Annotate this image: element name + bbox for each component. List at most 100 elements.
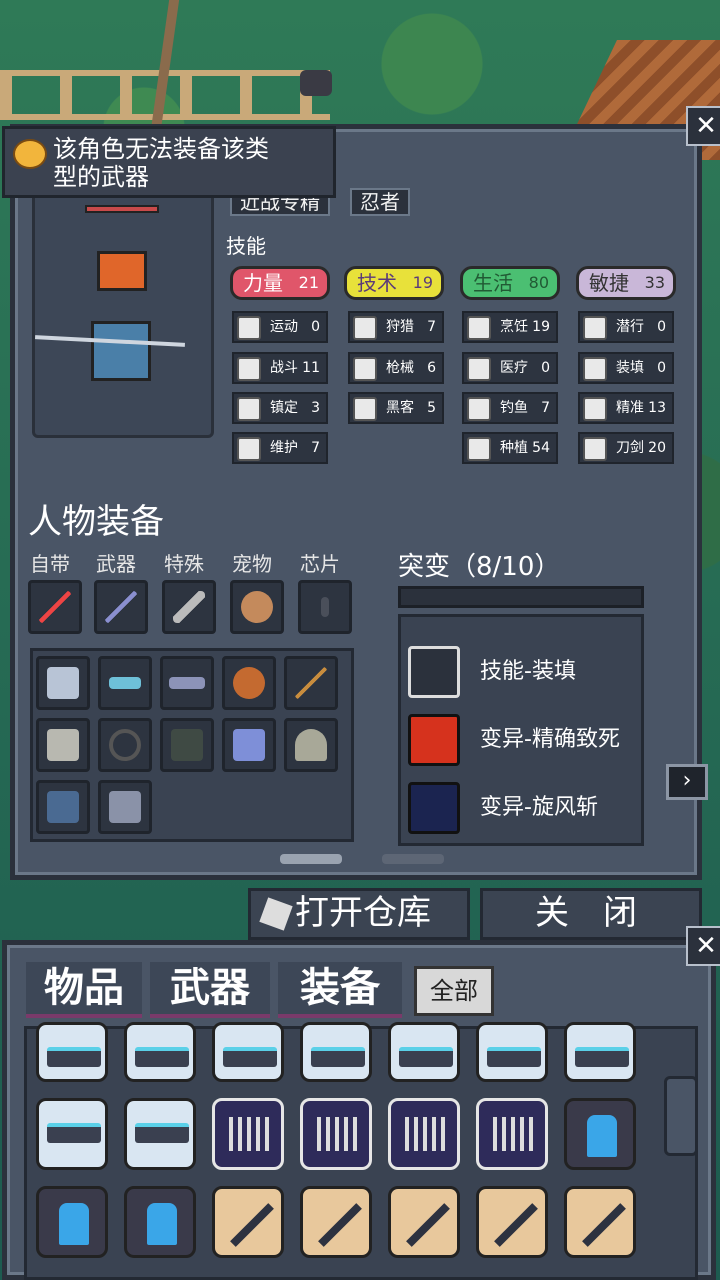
equip-pants[interactable] [36,780,90,834]
inventory-item-circuit[interactable] [476,1098,548,1170]
inventory-item-circuit[interactable] [212,1098,284,1170]
skill-athletics: 运动 0 [232,311,328,343]
filter-all-button[interactable]: 全部 [414,966,494,1016]
box-icon [259,897,293,931]
cap-icon [295,729,327,761]
inventory-item-crowbar[interactable] [564,1186,636,1258]
equip-armor[interactable] [36,656,90,710]
health-bar [85,205,159,213]
equip-necklace[interactable] [98,718,152,772]
equipment-title: 人物装备 [28,502,164,542]
slot-label-special: 特殊 [164,552,204,576]
necklace-icon [109,729,141,761]
inventory-item-gun[interactable] [564,1022,636,1082]
sneak-icon [583,316,607,340]
slot-label-chip: 芯片 [300,552,340,576]
tab-equipment[interactable]: 装备 [278,962,402,1018]
open-storage-button[interactable]: 打开仓库 [248,888,470,940]
mutation-progress-bar [398,586,644,608]
stat-life: 生活 80 [460,266,560,300]
equip-cap[interactable] [284,718,338,772]
slot-special[interactable] [162,580,216,634]
close-inventory-button[interactable]: ✕ [686,926,720,966]
radiation-icon [353,316,377,340]
slot-pet[interactable] [230,580,284,634]
inventory-item-crowbar[interactable] [212,1186,284,1258]
inventory-item-circuit[interactable] [300,1098,372,1170]
equip-vest[interactable] [36,718,90,772]
tag-ninja: 忍者 [350,188,410,216]
next-page-button[interactable]: › [666,764,708,800]
inventory-item-gun[interactable] [476,1022,548,1082]
slot-label-builtin: 自带 [30,552,70,576]
stat-agility: 敏捷 33 [576,266,676,300]
goggles-icon [169,677,205,689]
bag-icon [233,667,265,699]
equip-mask[interactable] [98,656,152,710]
inventory-item-robot[interactable] [36,1186,108,1258]
stat-strength: 力量 21 [230,266,330,300]
inventory-item-crowbar[interactable] [300,1186,372,1258]
tab-items[interactable]: 物品 [26,962,142,1018]
tooltip-line-1: 该角色无法装备该类 [53,135,269,163]
close-character-panel-button[interactable]: ✕ [686,106,720,146]
shirt-icon [171,729,203,761]
gloves-icon [109,791,141,823]
equip-bag[interactable] [222,656,276,710]
ninja-legs [91,321,151,381]
red-burst-icon [408,714,460,766]
skills-label: 技能 [226,234,266,258]
crescent-icon [408,782,460,834]
bare-tree [150,0,290,130]
skill-planting: 种植 54 [462,432,558,464]
inventory-item-gun[interactable] [124,1022,196,1082]
skill-composure: 镇定 3 [232,392,328,424]
crowbar-icon [105,591,137,623]
equip-shirt[interactable] [160,718,214,772]
skill-hacking: 黑客 5 [348,392,444,424]
close-button[interactable]: 关 闭 [480,888,702,940]
fist-icon [237,357,261,381]
armor-icon [47,667,79,699]
plant-icon [467,437,491,461]
dual-blades-icon [39,591,71,623]
ninja-sprite [97,251,147,291]
skill-reload: 装填 0 [578,352,674,384]
skill-medical: 医疗 0 [462,352,558,384]
inventory-item-crowbar[interactable] [388,1186,460,1258]
equip-jacket[interactable] [222,718,276,772]
inventory-item-gun[interactable] [36,1098,108,1170]
dog-icon [241,591,273,623]
inventory-item-crowbar[interactable] [476,1186,548,1258]
heart-icon [237,316,261,340]
skill-maintenance: 维护 7 [232,432,328,464]
equip-goggles[interactable] [160,656,214,710]
inventory-item-robot[interactable] [564,1098,636,1170]
inventory-item-gun[interactable] [212,1022,284,1082]
inventory-item-gun[interactable] [36,1022,108,1082]
skill-hunting: 狩猎 7 [348,311,444,343]
slot-chip[interactable] [298,580,352,634]
inventory-item-gun[interactable] [300,1022,372,1082]
slot-builtin[interactable] [28,580,82,634]
pot-icon [467,316,491,340]
inventory-item-gun[interactable] [124,1098,196,1170]
skill-blades: 刀剑 20 [578,432,674,464]
tooltip: 该角色无法装备该类 型的武器 [2,126,336,198]
equip-gloves[interactable] [98,780,152,834]
tab-weapons[interactable]: 武器 [150,962,270,1018]
magazine-icon [408,646,460,698]
mutation-item-reload[interactable]: 技能-装填 [404,642,640,702]
mutation-item-whirlwind[interactable]: 变异-旋风斩 [404,778,640,838]
fishing-rod-icon [295,667,327,699]
equip-rod[interactable] [284,656,338,710]
medkit-icon [467,357,491,381]
inventory-item-circuit[interactable] [388,1098,460,1170]
mutation-item-precise-kill[interactable]: 变异-精确致死 [404,710,640,770]
mask-icon [109,677,141,689]
slot-weapon[interactable] [94,580,148,634]
inventory-item-gun[interactable] [388,1022,460,1082]
inventory-scrollbar[interactable] [664,1076,698,1156]
inventory-item-robot[interactable] [124,1186,196,1258]
page-indicator-1 [280,854,342,864]
